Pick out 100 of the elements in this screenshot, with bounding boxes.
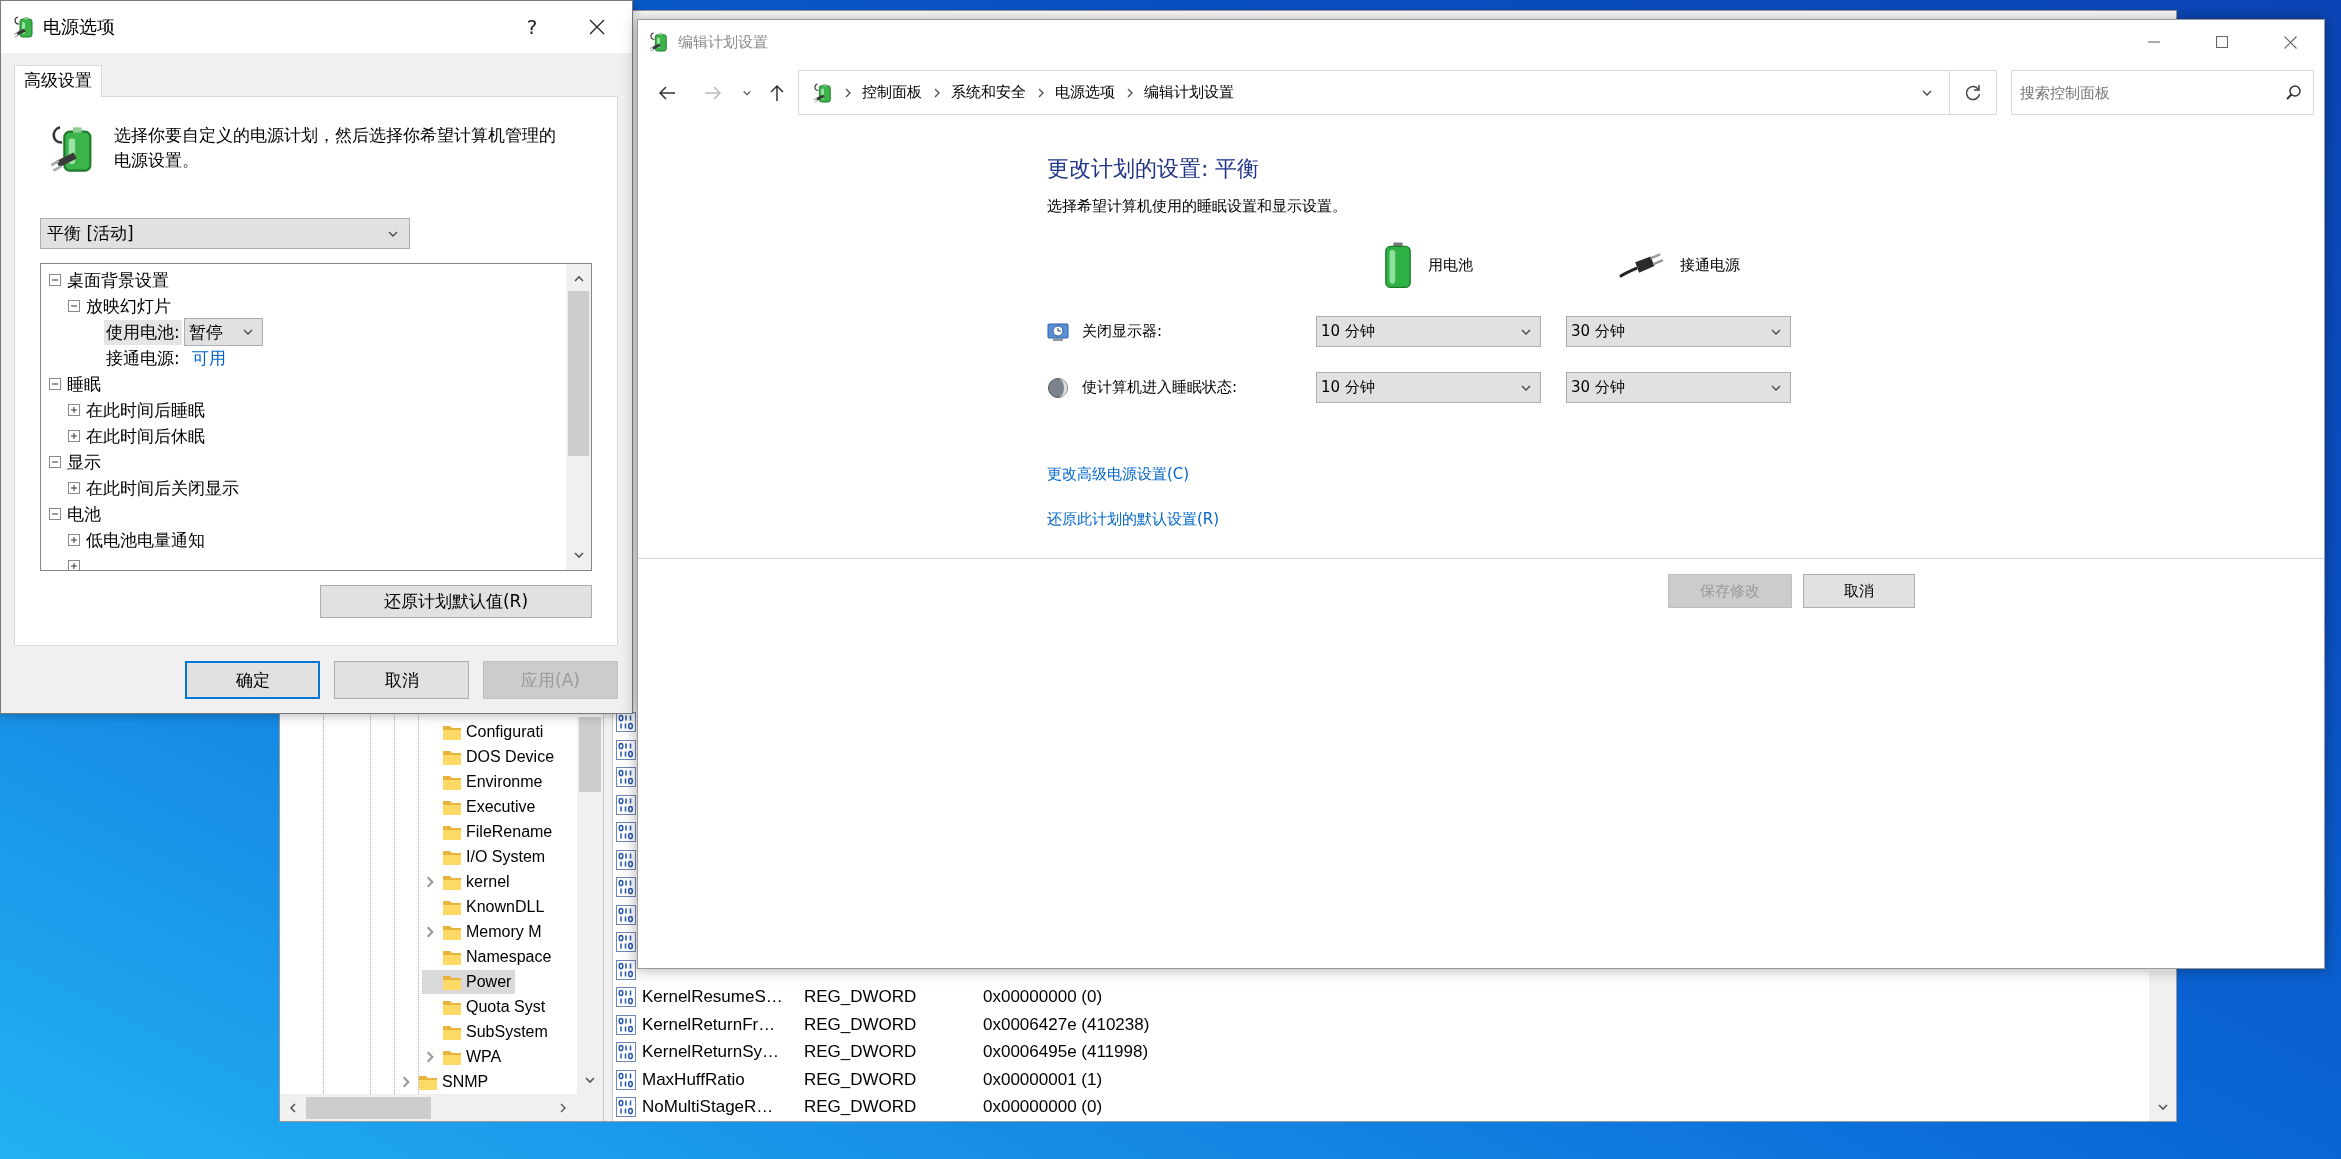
button[interactable]: 确定 bbox=[185, 661, 320, 699]
tree-item[interactable]: Configurati bbox=[422, 719, 548, 744]
binary-value-icon bbox=[615, 1041, 637, 1064]
tree-item[interactable]: Power bbox=[422, 969, 516, 994]
scrollbar-thumb[interactable] bbox=[579, 717, 601, 792]
chevron-right-icon[interactable] bbox=[400, 1074, 412, 1089]
restore-defaults-button[interactable]: 还原计划默认值(R) bbox=[320, 585, 592, 618]
tree-item[interactable]: KnownDLL bbox=[422, 894, 549, 919]
link[interactable]: 还原此计划的默认设置(R) bbox=[1047, 508, 1220, 530]
value-data-cell-text: 0x00000000 (0) bbox=[982, 1097, 1104, 1118]
tree-item[interactable]: 睡眠 bbox=[49, 372, 101, 396]
value-name-cell-text: NoMultiStageR… bbox=[641, 1097, 775, 1118]
tree-item[interactable]: Executive bbox=[422, 794, 540, 819]
tree-item[interactable]: 放映幻灯片 bbox=[68, 294, 171, 318]
dropdown[interactable]: 30 分钟 bbox=[1566, 372, 1791, 403]
dropdown[interactable]: 10 分钟 bbox=[1316, 316, 1541, 347]
tree-item[interactable]: Namespace bbox=[422, 944, 556, 969]
tree-item[interactable]: 低电池电量通知 bbox=[68, 528, 205, 552]
chevron-right-icon[interactable] bbox=[424, 874, 436, 889]
minus-box-icon[interactable] bbox=[49, 508, 61, 520]
button[interactable]: 取消 bbox=[334, 661, 469, 699]
dropdown[interactable]: 30 分钟 bbox=[1566, 316, 1791, 347]
plus-box-icon[interactable] bbox=[68, 404, 80, 416]
value-data-cell-text: 0x00000000 (0) bbox=[982, 987, 1104, 1008]
tree-item[interactable]: SubSystem bbox=[422, 1019, 552, 1044]
dropdown[interactable]: 10 分钟 bbox=[1316, 372, 1541, 403]
search-icon[interactable] bbox=[2284, 83, 2302, 101]
setting-label: 关闭显示器: bbox=[1082, 322, 1163, 341]
battery-plug-icon bbox=[813, 81, 833, 104]
chevron-right-icon bbox=[1125, 86, 1135, 99]
minus-box-icon[interactable] bbox=[49, 274, 61, 286]
breadcrumb-item[interactable]: 控制面板 bbox=[862, 83, 922, 102]
tree-item[interactable]: 电池 bbox=[49, 502, 101, 526]
scrollbar[interactable] bbox=[566, 264, 591, 570]
setting-label: 使计算机进入睡眠状态: bbox=[1082, 378, 1238, 397]
tree-item[interactable]: SNMP bbox=[398, 1069, 493, 1094]
chevron-down-icon[interactable] bbox=[572, 549, 585, 561]
tab[interactable]: 高级设置 bbox=[14, 65, 102, 97]
plan-dropdown[interactable]: 平衡 [活动] bbox=[40, 218, 410, 249]
tree-item[interactable]: 显示 bbox=[49, 450, 101, 474]
refresh-icon bbox=[1963, 82, 1983, 103]
tree-item[interactable]: Quota Syst bbox=[422, 994, 550, 1019]
subtitle-text: 选择希望计算机使用的睡眠设置和显示设置。 bbox=[1047, 196, 1347, 217]
chevron-left-icon[interactable] bbox=[287, 1101, 299, 1114]
value-name-cell-text: KernelResumeS… bbox=[641, 987, 784, 1008]
tree-item[interactable]: DOS Device bbox=[422, 744, 559, 769]
tree-item[interactable]: I/O System bbox=[422, 844, 550, 869]
tree-item[interactable]: kernel bbox=[422, 869, 514, 894]
plus-box-icon[interactable] bbox=[68, 560, 80, 570]
breadcrumb-item[interactable]: 系统和安全 bbox=[951, 83, 1026, 102]
maximize-icon bbox=[2216, 36, 2228, 48]
breadcrumb-item[interactable]: 编辑计划设置 bbox=[1144, 83, 1234, 102]
scrollbar[interactable] bbox=[2149, 971, 2176, 1121]
chevron-right-icon[interactable] bbox=[424, 924, 436, 939]
setting-label[interactable]: 接通电源: bbox=[104, 345, 182, 371]
tree-item[interactable]: Memory M bbox=[422, 919, 546, 944]
chevron-down-icon[interactable] bbox=[2156, 1101, 2169, 1113]
tree-item[interactable]: 桌面背景设置 bbox=[49, 268, 169, 292]
tree-item[interactable]: Environme bbox=[422, 769, 547, 794]
tree-item[interactable]: FileRename bbox=[422, 819, 557, 844]
plus-box-icon[interactable] bbox=[68, 534, 80, 546]
scrollbar-thumb[interactable] bbox=[568, 291, 589, 456]
address-bar[interactable]: 控制面板 系统和安全 电源选项 编辑计划设置 bbox=[798, 70, 1950, 115]
value-name-cell-text: KernelReturnSy… bbox=[641, 1042, 780, 1063]
chevron-right-icon bbox=[932, 86, 942, 99]
chevron-right-icon bbox=[843, 86, 853, 99]
minus-box-icon[interactable] bbox=[68, 300, 80, 312]
value-type-cell-text: REG_DWORD bbox=[803, 1069, 918, 1090]
chevron-right-icon[interactable] bbox=[424, 1049, 436, 1064]
description-text: 选择你要自定义的电源计划，然后选择你希望计算机管理的电源设置。 bbox=[114, 124, 557, 172]
chevron-down-icon[interactable] bbox=[584, 1074, 596, 1086]
button[interactable]: 取消 bbox=[1803, 574, 1915, 608]
value-data-cell-text: 0x0006427e (410238) bbox=[982, 1014, 1151, 1035]
battery-icon bbox=[1384, 241, 1412, 289]
value-type-cell-text: REG_DWORD bbox=[803, 1014, 918, 1035]
link[interactable]: 更改高级电源设置(C) bbox=[1047, 463, 1190, 485]
refresh-button[interactable] bbox=[1950, 70, 1997, 115]
plus-box-icon[interactable] bbox=[68, 430, 80, 442]
tree-item[interactable]: WPA bbox=[422, 1044, 506, 1069]
minus-box-icon[interactable] bbox=[49, 456, 61, 468]
minus-box-icon[interactable] bbox=[49, 378, 61, 390]
monitor-clock-icon bbox=[1047, 320, 1069, 343]
tree-item[interactable]: 在此时间后关闭显示 bbox=[68, 476, 239, 500]
plus-box-icon[interactable] bbox=[68, 482, 80, 494]
help-button[interactable]: ? bbox=[502, 1, 562, 53]
breadcrumb-item[interactable]: 电源选项 bbox=[1055, 83, 1115, 102]
scrollbar-thumb[interactable] bbox=[306, 1096, 431, 1119]
battery-plug-icon bbox=[13, 15, 35, 39]
value-type-cell-text: REG_DWORD bbox=[803, 1097, 918, 1118]
scrollbar[interactable] bbox=[577, 717, 603, 1094]
value-data-cell-text: 0x00000001 (1) bbox=[982, 1069, 1104, 1090]
tree-item[interactable]: 在此时间后睡眠 bbox=[68, 398, 205, 422]
search-field[interactable]: 搜索控制面板 bbox=[2011, 70, 2314, 115]
plug-icon bbox=[1617, 250, 1664, 280]
column-header: 接通电源 bbox=[1679, 255, 1740, 275]
link[interactable]: 可用 bbox=[191, 346, 226, 370]
dropdown[interactable]: 暂停 bbox=[183, 318, 263, 346]
setting-label[interactable]: 使用电池: bbox=[104, 319, 182, 345]
tree-item[interactable]: 在此时间后休眠 bbox=[68, 424, 205, 448]
binary-value-icon bbox=[615, 986, 637, 1009]
